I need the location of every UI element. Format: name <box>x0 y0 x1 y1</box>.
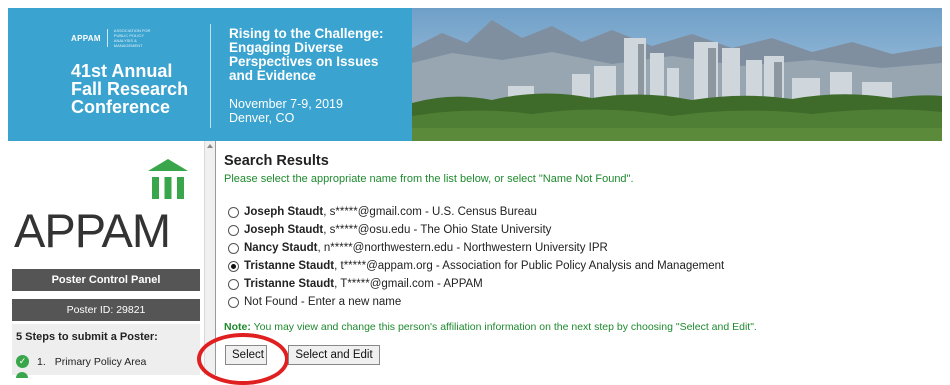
conference-theme: Rising to the Challenge: Engaging Divers… <box>229 27 384 83</box>
conference-banner: APPAM ASSOCIATION FOR PUBLIC POLICY ANAL… <box>8 8 942 141</box>
banner-divider <box>210 24 211 128</box>
appam-building-icon <box>148 159 188 199</box>
option-name: Tristanne Staudt <box>244 278 335 290</box>
search-results-panel: Search Results Please select the appropr… <box>197 141 950 385</box>
radio-button[interactable] <box>228 278 239 290</box>
page-title: Search Results <box>224 153 329 169</box>
radio-button[interactable] <box>228 224 239 236</box>
conference-name: 41st Annual Fall Research Conference <box>71 62 188 116</box>
option-name: Nancy Staudt <box>244 242 318 254</box>
conference-theme-line2: Engaging Diverse <box>229 40 344 55</box>
step-label: Primary Policy Area <box>54 355 147 368</box>
next-step-check-icon <box>16 372 28 378</box>
banner-logo-small-text: ASSOCIATION FOR PUBLIC POLICY ANALYSIS &… <box>113 28 151 48</box>
scroll-up-arrow-icon[interactable] <box>207 144 213 148</box>
name-not-found-option[interactable]: Not Found - Enter a new name <box>228 293 724 311</box>
select-and-edit-button[interactable]: Select and Edit <box>288 345 380 365</box>
option-name: Tristanne Staudt <box>244 260 335 272</box>
name-option[interactable]: Nancy Staudt , n*****@northwestern.edu -… <box>228 239 724 257</box>
denver-skyline-photo <box>412 8 942 141</box>
name-option[interactable]: Joseph Staudt , s*****@gmail.com - U.S. … <box>228 203 724 221</box>
option-detail: , T*****@gmail.com - APPAM <box>334 278 483 290</box>
conference-date-location: November 7-9, 2019 Denver, CO <box>229 97 343 125</box>
poster-id: Poster ID: 29821 <box>12 299 200 321</box>
option-detail: Not Found - Enter a new name <box>244 296 402 308</box>
step-item[interactable]: ✓ 1. Primary Policy Area <box>16 355 146 368</box>
radio-button[interactable] <box>228 206 239 218</box>
name-options-list: Joseph Staudt , s*****@gmail.com - U.S. … <box>228 203 724 311</box>
conference-date: November 7-9, 2019 <box>229 97 343 111</box>
option-detail: , n*****@northwestern.edu - Northwestern… <box>317 242 608 254</box>
step-number: 1. <box>37 355 46 368</box>
name-option[interactable]: Tristanne Staudt , T*****@gmail.com - AP… <box>228 275 724 293</box>
option-name: Joseph Staudt <box>244 224 324 236</box>
conference-location: Denver, CO <box>229 111 295 125</box>
conference-theme-line3: Perspectives on Issues <box>229 54 379 69</box>
select-button[interactable]: Select <box>225 345 267 365</box>
conference-name-line2: Fall Research <box>71 79 189 99</box>
option-detail: , s*****@gmail.com - U.S. Census Bureau <box>323 206 537 218</box>
name-option-selected[interactable]: Tristanne Staudt , t*****@appam.org - As… <box>228 257 724 275</box>
radio-button[interactable] <box>228 296 239 308</box>
affiliation-note: Note: You may view and change this perso… <box>224 321 757 333</box>
banner-logo-mark: APPAM <box>71 33 101 43</box>
note-label: Note: <box>224 321 251 333</box>
option-detail: , t*****@appam.org - Association for Pub… <box>334 260 725 272</box>
sidebar: APPAM Poster Control Panel Poster ID: 29… <box>8 141 204 378</box>
conference-theme-line1: Rising to the Challenge: <box>229 26 384 41</box>
note-text: You may view and change this person's af… <box>250 321 757 333</box>
conference-name-line1: 41st Annual <box>71 61 173 81</box>
radio-button-selected[interactable] <box>228 260 239 272</box>
banner-blue-panel: APPAM ASSOCIATION FOR PUBLIC POLICY ANAL… <box>8 8 412 141</box>
conference-name-line3: Conference <box>71 97 171 117</box>
banner-appam-logo: APPAM ASSOCIATION FOR PUBLIC POLICY ANAL… <box>71 28 154 48</box>
steps-panel: 5 Steps to submit a Poster: ✓ 1. Primary… <box>12 324 200 378</box>
poster-control-panel-header: Poster Control Panel <box>12 269 200 291</box>
option-name: Joseph Staudt <box>244 206 324 218</box>
banner-logo-separator <box>106 29 108 47</box>
name-option[interactable]: Joseph Staudt , s*****@osu.edu - The Ohi… <box>228 221 724 239</box>
check-icon: ✓ <box>16 355 29 368</box>
option-detail: , s*****@osu.edu - The Ohio State Univer… <box>323 224 552 236</box>
conference-theme-line4: and Evidence <box>229 68 317 83</box>
appam-logo-text: APPAM <box>14 204 171 257</box>
instruction-text: Please select the appropriate name from … <box>224 173 634 185</box>
steps-title: 5 Steps to submit a Poster: <box>16 331 158 343</box>
radio-button[interactable] <box>228 242 239 254</box>
